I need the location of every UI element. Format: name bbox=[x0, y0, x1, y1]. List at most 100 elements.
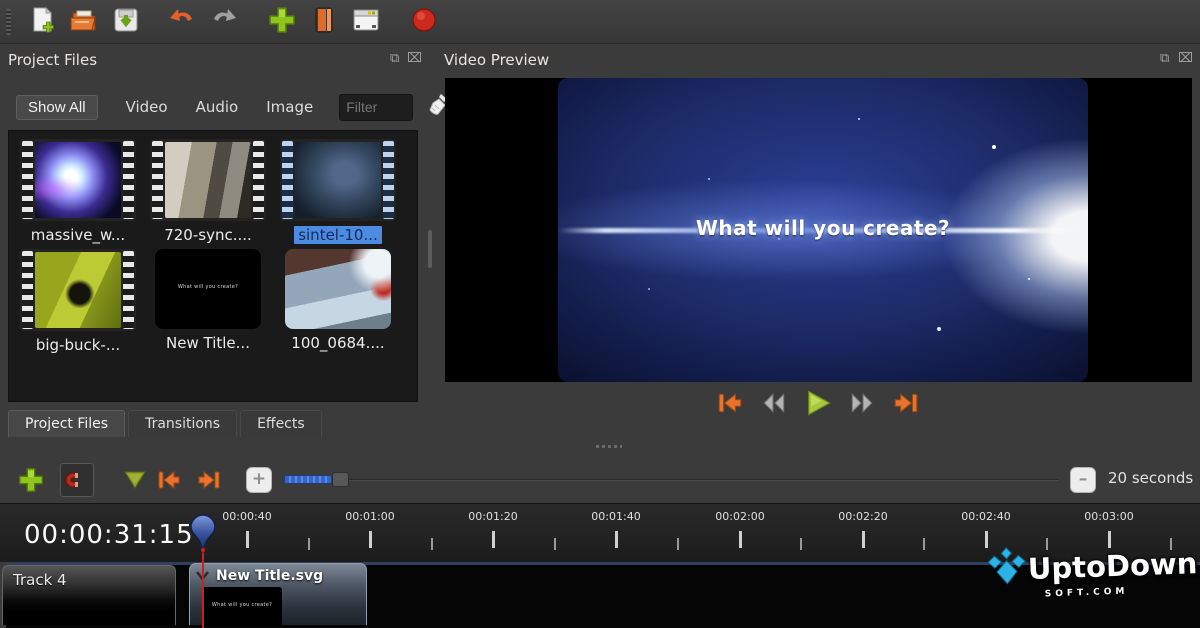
thumbnail-art bbox=[295, 142, 381, 218]
file-item[interactable]: 100_0684.... bbox=[277, 249, 399, 356]
toolbar-drag-handle[interactable] bbox=[6, 9, 11, 35]
choose-profile-button[interactable] bbox=[349, 5, 383, 39]
file-item[interactable]: 720-sync.... bbox=[147, 139, 269, 248]
ruler-minor-tick bbox=[677, 538, 679, 550]
next-marker-button[interactable] bbox=[192, 463, 226, 497]
file-thumbnail bbox=[280, 139, 396, 221]
file-thumbnail bbox=[20, 139, 136, 221]
import-files-button[interactable] bbox=[265, 5, 299, 39]
zoom-in-button[interactable]: + bbox=[246, 467, 272, 493]
undock-panel-icon[interactable]: ⧉ bbox=[1160, 52, 1169, 65]
jump-to-start-button[interactable] bbox=[715, 388, 745, 418]
ruler-label: 00:02:40 bbox=[941, 510, 1031, 523]
zoom-slider-groove[interactable] bbox=[284, 479, 1058, 481]
save-project-button[interactable] bbox=[109, 5, 143, 39]
undo-icon bbox=[167, 5, 197, 39]
snapping-magnet-icon bbox=[65, 468, 89, 492]
video-filter-button[interactable]: Video bbox=[126, 98, 168, 116]
track-label: Track 4 bbox=[3, 566, 175, 589]
zoom-out-button[interactable]: – bbox=[1070, 467, 1096, 493]
video-preview-screen[interactable]: What will you create? bbox=[445, 78, 1192, 382]
playhead-timecode: 00:00:31:15 bbox=[24, 520, 194, 550]
zoom-slider-fill bbox=[284, 475, 332, 484]
file-thumbnail bbox=[150, 139, 266, 221]
filmstrip-sprockets bbox=[22, 141, 33, 219]
starfield bbox=[558, 78, 560, 80]
jump-to-end-button[interactable] bbox=[891, 388, 921, 418]
uptodown-watermark: UptoDown SOFT.COM bbox=[985, 541, 1187, 602]
undo-button[interactable] bbox=[165, 5, 199, 39]
close-panel-icon[interactable]: ⌧ bbox=[407, 52, 422, 65]
title-editor-button[interactable] bbox=[307, 5, 341, 39]
file-filter-row: Show All Video Audio Image bbox=[16, 92, 451, 122]
ruler-label: 00:02:00 bbox=[695, 510, 785, 523]
thumbnail-art bbox=[35, 252, 121, 328]
filmstrip-sprockets bbox=[282, 141, 293, 219]
ruler-label: 00:02:20 bbox=[818, 510, 908, 523]
filter-input[interactable] bbox=[339, 94, 413, 121]
red-circle-export-icon bbox=[409, 5, 439, 39]
add-marker-triangle-icon bbox=[123, 469, 147, 491]
file-name: massive_w... bbox=[31, 226, 125, 244]
new-project-button[interactable] bbox=[25, 5, 59, 39]
zoom-slider-handle[interactable] bbox=[332, 472, 349, 487]
export-video-button[interactable] bbox=[407, 5, 441, 39]
ruler-minor-tick bbox=[308, 538, 310, 550]
open-folder-icon bbox=[69, 5, 99, 39]
clip-thumb-caption: What will you create? bbox=[202, 602, 282, 608]
ruler-tick bbox=[369, 531, 372, 548]
ruler-label: 00:01:00 bbox=[325, 510, 415, 523]
file-item[interactable]: massive_w... bbox=[17, 139, 139, 248]
filmstrip-sprockets bbox=[253, 141, 264, 219]
filmstrip-sprockets bbox=[383, 141, 394, 219]
file-item[interactable]: big-buck-... bbox=[17, 249, 139, 358]
ruler-minor-tick bbox=[923, 538, 925, 550]
ruler-tick bbox=[492, 531, 495, 548]
play-button[interactable] bbox=[803, 388, 833, 418]
show-all-button[interactable]: Show All bbox=[16, 95, 98, 120]
add-marker-button[interactable] bbox=[118, 463, 152, 497]
undock-panel-icon[interactable]: ⧉ bbox=[390, 52, 399, 65]
video-preview-panel-header: Video Preview ⧉ ⌧ bbox=[432, 48, 1200, 74]
ruler-tick bbox=[985, 531, 988, 548]
video-frame: What will you create? bbox=[558, 78, 1088, 382]
film-reel-icon bbox=[309, 5, 339, 39]
audio-filter-button[interactable]: Audio bbox=[196, 98, 239, 116]
image-filter-button[interactable]: Image bbox=[266, 98, 313, 116]
rewind-button[interactable] bbox=[759, 388, 789, 418]
title-thumb-caption: What will you create? bbox=[155, 284, 261, 290]
playhead-line bbox=[202, 548, 204, 628]
file-item[interactable]: What will you create? New Title... bbox=[147, 249, 269, 356]
open-project-button[interactable] bbox=[67, 5, 101, 39]
file-name: big-buck-... bbox=[36, 336, 120, 354]
ruler-tick bbox=[615, 531, 618, 548]
next-marker-icon bbox=[196, 467, 222, 493]
track-header[interactable]: Track 4 bbox=[2, 565, 176, 625]
fast-forward-button[interactable] bbox=[847, 388, 877, 418]
timeline-clip[interactable]: New Title.svg What will you create? bbox=[189, 563, 367, 625]
snapping-toggle-button[interactable] bbox=[60, 463, 94, 497]
add-track-button[interactable] bbox=[14, 463, 48, 497]
zoom-scale-label: 20 seconds bbox=[1108, 469, 1193, 487]
add-track-plus-icon bbox=[17, 466, 45, 494]
close-panel-icon[interactable]: ⌧ bbox=[1178, 52, 1193, 65]
previous-marker-button[interactable] bbox=[152, 463, 186, 497]
project-files-title: Project Files bbox=[8, 51, 97, 69]
watermark-brand: UptoDown bbox=[1027, 546, 1198, 586]
clip-title: New Title.svg bbox=[216, 568, 323, 584]
file-thumbnail bbox=[285, 249, 391, 329]
playhead-marker[interactable] bbox=[190, 514, 216, 558]
file-item-selected[interactable]: sintel-10... bbox=[277, 139, 399, 248]
filmstrip-sprockets bbox=[123, 251, 134, 329]
save-icon bbox=[111, 5, 141, 39]
ruler-label: 00:03:00 bbox=[1064, 510, 1154, 523]
redo-button[interactable] bbox=[207, 5, 241, 39]
file-thumbnail: What will you create? bbox=[155, 249, 261, 329]
project-files-grid: massive_w... 720-sync.... sintel-10... bbox=[8, 130, 418, 402]
vertical-splitter-handle[interactable] bbox=[428, 230, 432, 268]
transport-controls bbox=[0, 388, 1200, 418]
file-thumbnail bbox=[20, 249, 136, 331]
ruler-tick bbox=[739, 531, 742, 548]
horizontal-splitter-handle[interactable] bbox=[596, 445, 622, 448]
ruler-label: 00:01:40 bbox=[571, 510, 661, 523]
